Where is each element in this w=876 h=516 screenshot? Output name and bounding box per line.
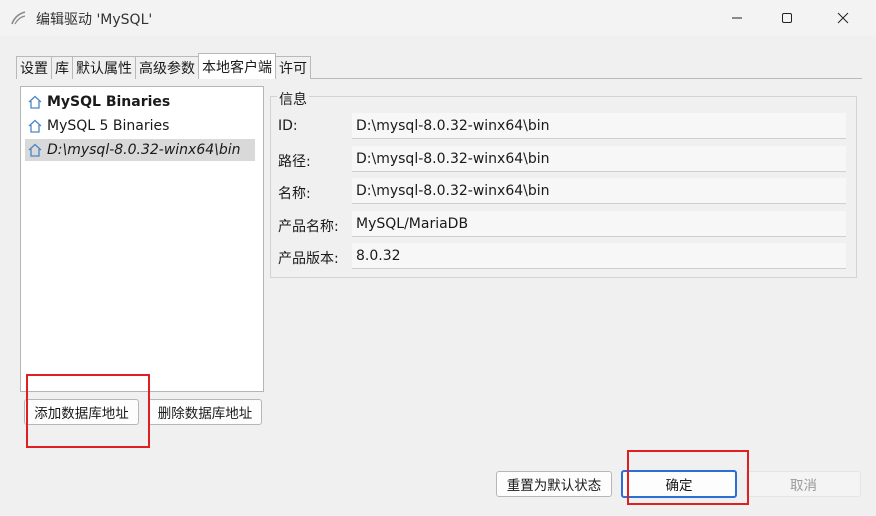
tab-local-client[interactable]: 本地客户端 (198, 53, 276, 79)
home-icon (28, 119, 42, 133)
client-item-custom-path[interactable]: D:\mysql-8.0.32-winx64\bin (25, 139, 255, 161)
path-label: 路径: (278, 154, 311, 170)
id-label: ID: (278, 118, 298, 134)
maximize-button[interactable] (764, 0, 810, 36)
name-label: 名称: (278, 186, 311, 202)
client-item-label: D:\mysql-8.0.32-winx64\bin (47, 142, 241, 158)
tab-settings[interactable]: 设置 (16, 56, 52, 79)
tab-libraries[interactable]: 库 (51, 56, 73, 79)
home-icon (28, 95, 42, 109)
id-field: D:\mysql-8.0.32-winx64\bin (352, 113, 846, 139)
remove-database-location-button[interactable]: 删除数据库地址 (148, 399, 262, 425)
tab-default-properties[interactable]: 默认属性 (72, 56, 136, 79)
cancel-button[interactable]: 取消 (746, 471, 861, 497)
home-icon (28, 143, 42, 157)
local-client-list: MySQL Binaries MySQL 5 Binaries D:\mysql… (20, 86, 264, 392)
minimize-button[interactable] (714, 0, 760, 36)
tab-license[interactable]: 许可 (275, 56, 311, 79)
tab-advanced-parameters[interactable]: 高级参数 (135, 56, 199, 79)
client-item-label: MySQL 5 Binaries (47, 118, 170, 134)
reset-defaults-button[interactable]: 重置为默认状态 (496, 471, 612, 497)
minimize-icon (732, 17, 742, 19)
product-name-label: 产品名称: (278, 219, 339, 235)
title-bar: 编辑驱动 'MySQL' (0, 0, 876, 36)
tab-bar: 设置 库 默认属性 高级参数 本地客户端 许可 (16, 53, 311, 79)
maximize-icon (782, 13, 792, 23)
add-database-location-button[interactable]: 添加数据库地址 (24, 399, 139, 425)
product-name-field: MySQL/MariaDB (352, 211, 846, 237)
close-icon (837, 12, 849, 24)
ok-button[interactable]: 确定 (621, 470, 737, 498)
dbeaver-beaver-icon (11, 11, 26, 25)
client-item-mysql5-binaries[interactable]: MySQL 5 Binaries (27, 115, 169, 137)
name-field: D:\mysql-8.0.32-winx64\bin (352, 178, 846, 204)
product-version-field: 8.0.32 (352, 243, 846, 269)
close-button[interactable] (820, 0, 866, 36)
client-item-mysql-binaries[interactable]: MySQL Binaries (27, 91, 170, 113)
window-title: 编辑驱动 'MySQL' (36, 12, 153, 28)
product-version-label: 产品版本: (278, 251, 339, 267)
info-group-legend: 信息 (277, 89, 309, 109)
path-field: D:\mysql-8.0.32-winx64\bin (352, 146, 846, 172)
client-item-label: MySQL Binaries (47, 94, 171, 110)
